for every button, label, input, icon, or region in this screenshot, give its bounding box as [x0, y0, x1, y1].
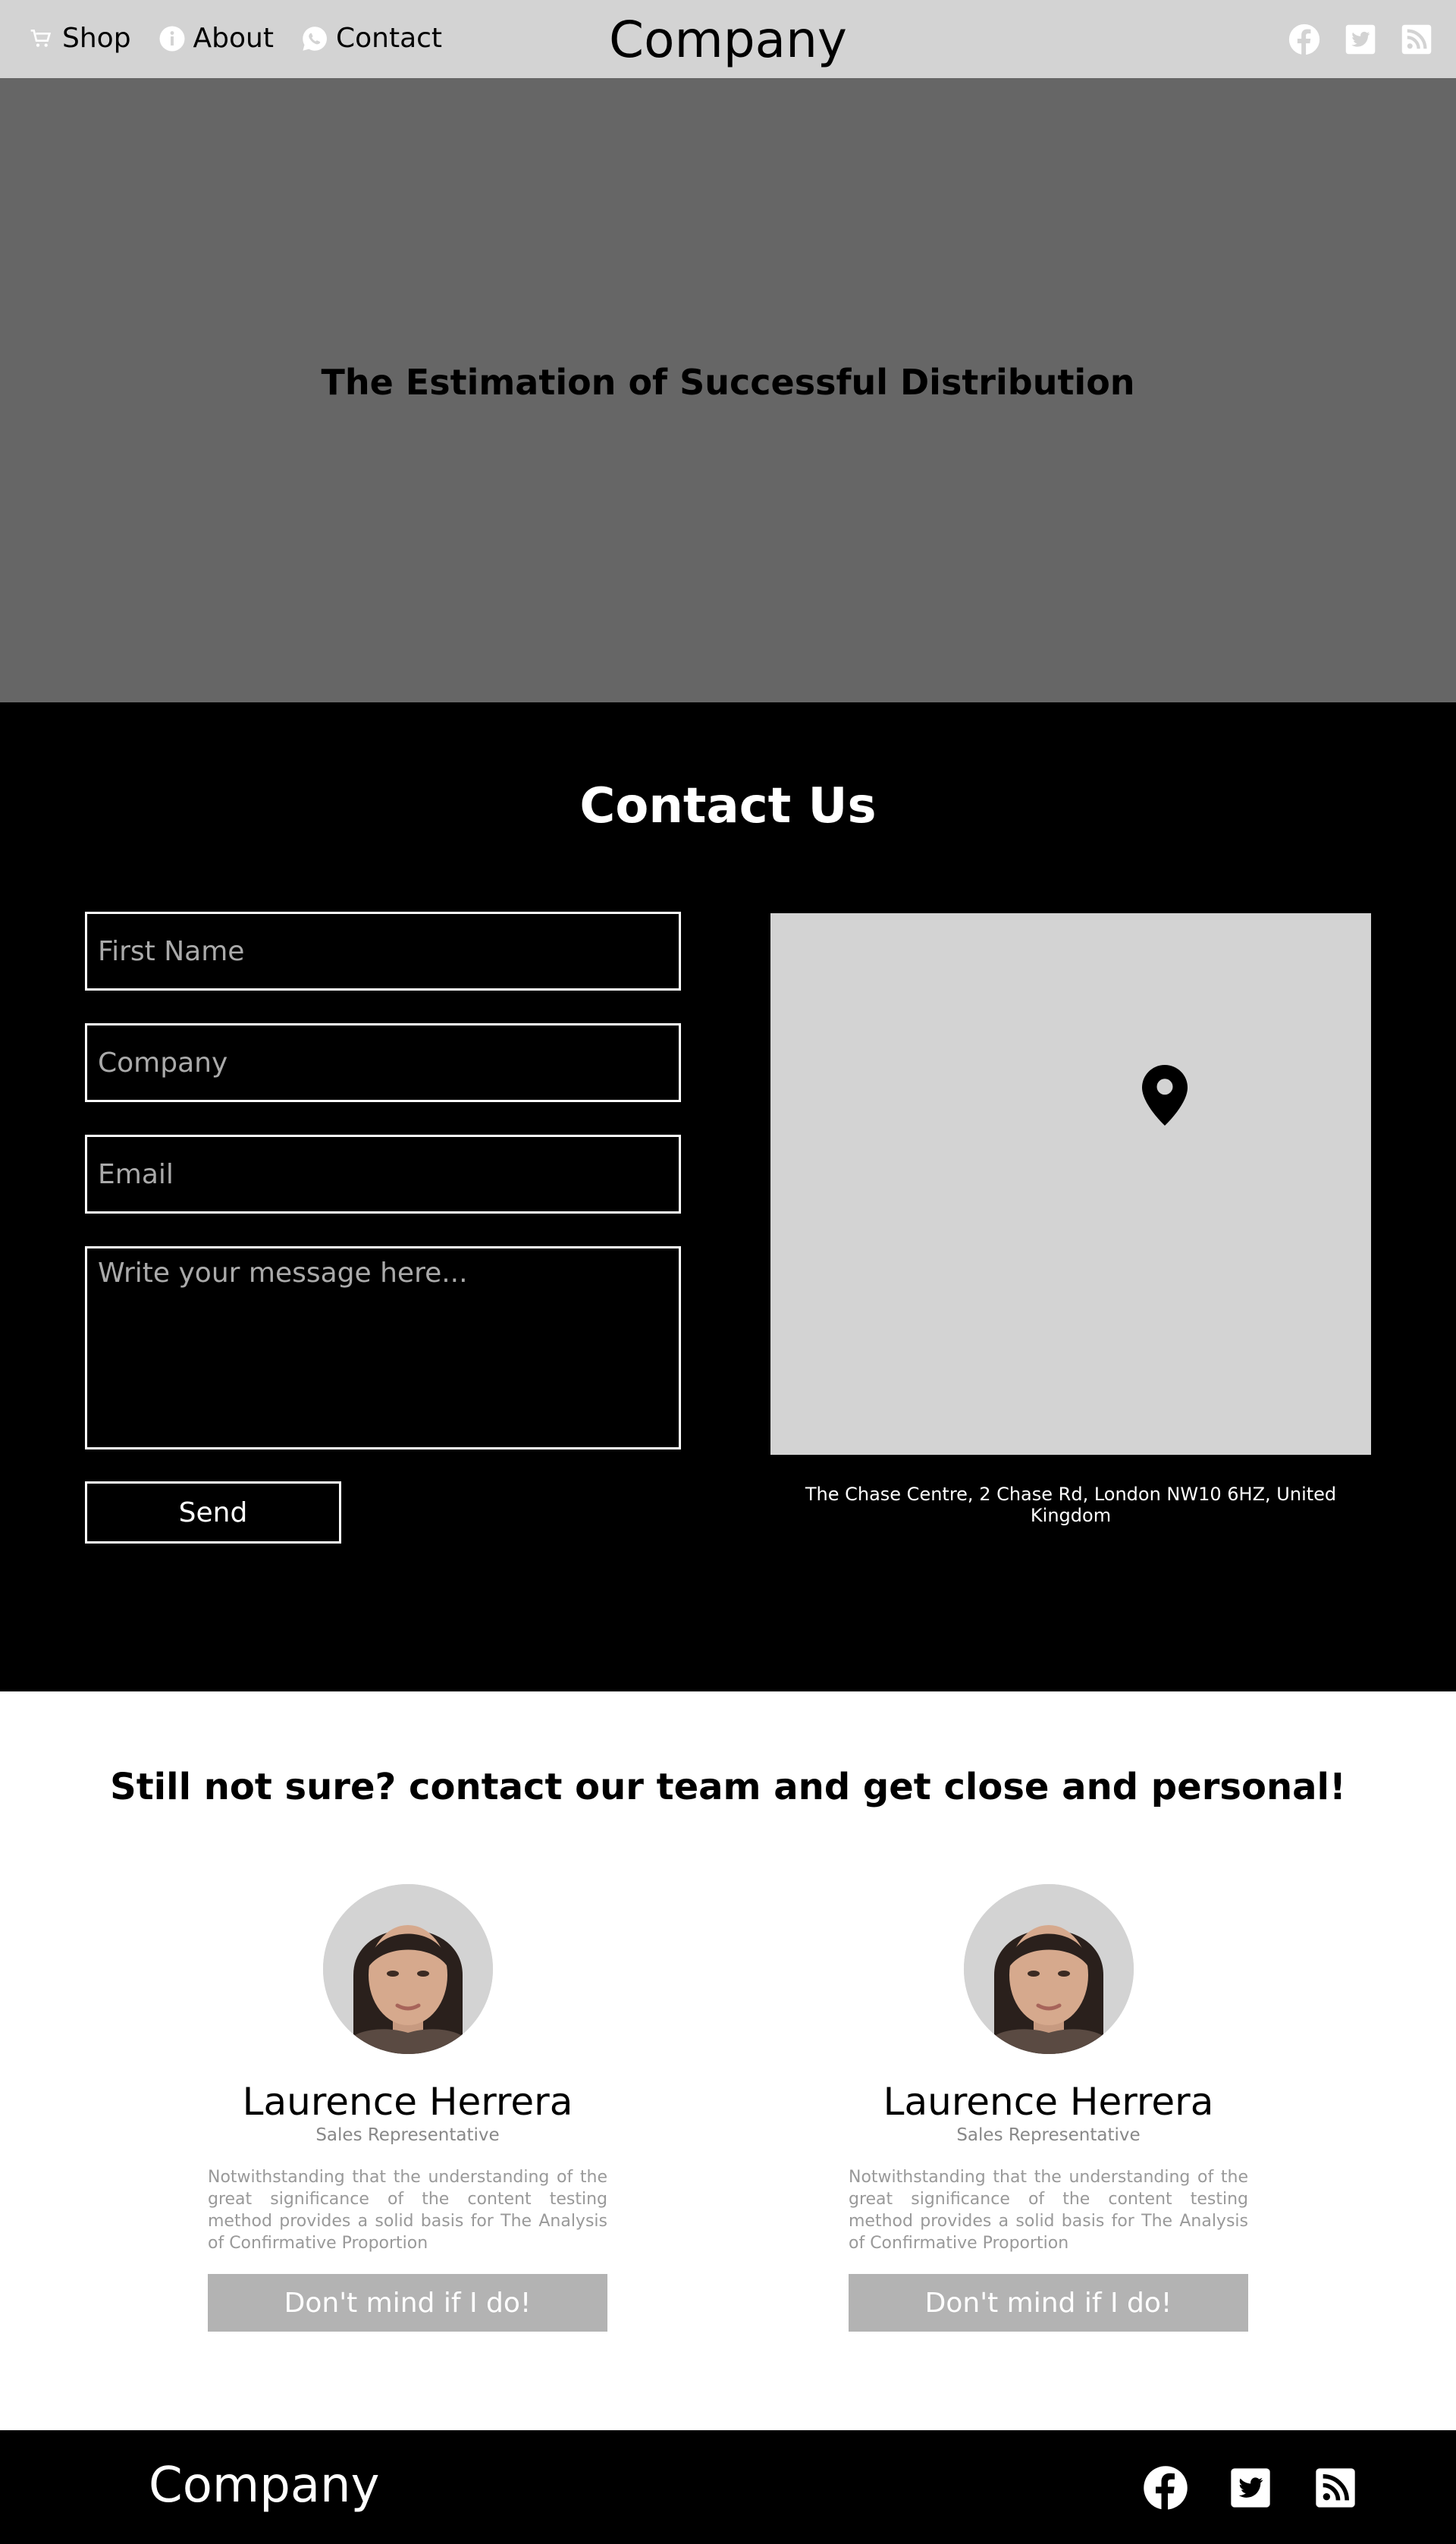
brand-name: Company	[609, 11, 847, 69]
member-role: Sales Representative	[315, 2125, 500, 2145]
brand-logo[interactable]: Company	[0, 11, 1456, 69]
team-card: Laurence Herrera Sales Representative No…	[208, 1884, 607, 2332]
contact-member-button[interactable]: Don't mind if I do!	[849, 2274, 1248, 2332]
twitter-icon[interactable]	[1344, 23, 1377, 56]
contact-section: Contact Us Send The Chase Centre, 2 Chas…	[0, 702, 1456, 1691]
member-description: Notwithstanding that the understanding o…	[849, 2168, 1248, 2253]
company-field[interactable]	[85, 1023, 681, 1102]
header-social-links	[1288, 23, 1433, 56]
map-pin-icon[interactable]	[1142, 1065, 1188, 1126]
hero-banner: The Estimation of Successful Distributio…	[0, 78, 1456, 702]
footer-brand[interactable]: Company	[149, 2458, 379, 2514]
member-role: Sales Representative	[956, 2125, 1141, 2145]
site-header: Shop About Contact Company	[0, 0, 1456, 78]
member-name: Laurence Herrera	[883, 2080, 1214, 2124]
rss-icon[interactable]	[1400, 23, 1433, 56]
twitter-icon[interactable]	[1227, 2464, 1274, 2511]
member-description: Notwithstanding that the understanding o…	[208, 2168, 607, 2253]
team-card: Laurence Herrera Sales Representative No…	[849, 1884, 1248, 2332]
facebook-icon[interactable]	[1142, 2464, 1189, 2511]
hero-title: The Estimation of Successful Distributio…	[321, 362, 1135, 403]
avatar	[322, 1884, 493, 2054]
location-map[interactable]	[770, 913, 1371, 1455]
contact-title: Contact Us	[579, 778, 877, 834]
rss-icon[interactable]	[1312, 2464, 1359, 2511]
message-field[interactable]	[85, 1246, 681, 1449]
footer-social-links	[1142, 2464, 1359, 2511]
first-name-field[interactable]	[85, 912, 681, 991]
avatar	[963, 1884, 1134, 2054]
address-text: The Chase Centre, 2 Chase Rd, London NW1…	[805, 1484, 1337, 1526]
email-field[interactable]	[85, 1135, 681, 1214]
team-section: Still not sure? contact our team and get…	[0, 1691, 1456, 2430]
site-footer: Company	[0, 2430, 1456, 2544]
contact-member-button[interactable]: Don't mind if I do!	[208, 2274, 607, 2332]
team-title: Still not sure? contact our team and get…	[110, 1766, 1346, 1808]
facebook-icon[interactable]	[1288, 23, 1321, 56]
send-button[interactable]: Send	[85, 1481, 341, 1544]
member-name: Laurence Herrera	[242, 2080, 573, 2124]
